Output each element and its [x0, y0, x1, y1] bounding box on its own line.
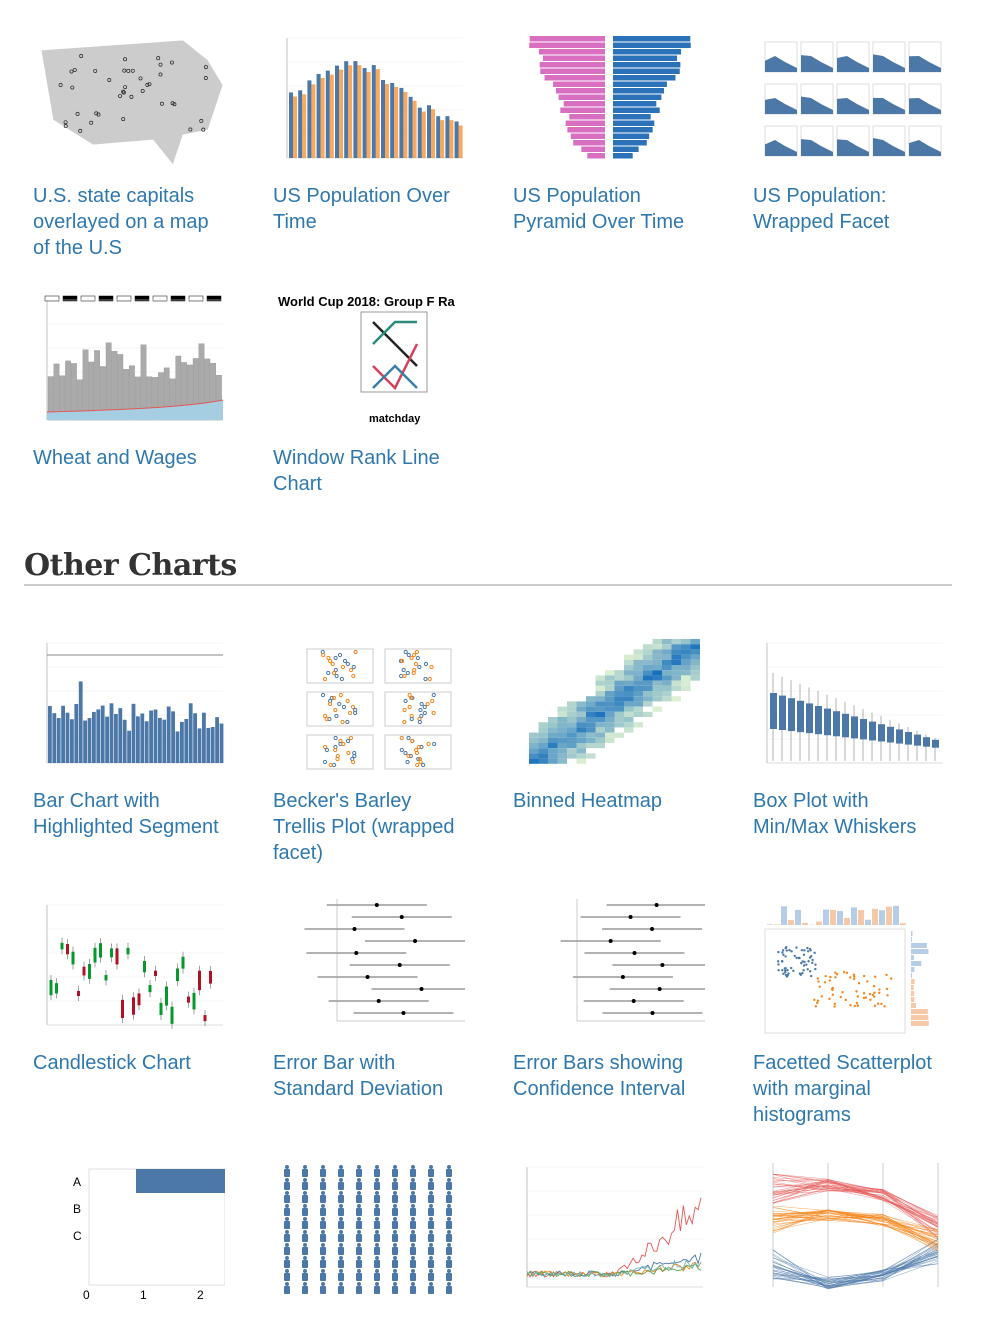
chart-thumbnail[interactable] — [273, 635, 465, 775]
chart-thumbnail[interactable] — [513, 897, 705, 1037]
svg-text:A: A — [73, 1175, 81, 1189]
gallery-item-binned-heatmap[interactable]: Binned Heatmap — [513, 635, 705, 866]
svg-text:B: B — [73, 1202, 81, 1216]
chart-title-link[interactable]: U.S. state capitals overlayed on a map o… — [33, 183, 225, 261]
gallery-item-chart-9[interactable] — [273, 1159, 465, 1299]
svg-text:World Cup 2018: Group F Ra: World Cup 2018: Group F Ra — [278, 294, 455, 309]
chart-title-link[interactable]: Wheat and Wages — [33, 445, 225, 471]
chart-thumbnail[interactable]: World Cup 2018: Group F Ra matchday — [273, 292, 465, 432]
chart-thumbnail[interactable] — [273, 30, 465, 170]
chart-title-link[interactable]: US Population Pyramid Over Time — [513, 183, 705, 235]
gallery-other-charts: Bar Chart with Highlighted Segment Becker… — [33, 635, 945, 1330]
chart-thumbnail[interactable] — [273, 1159, 465, 1299]
gallery-item-window-rank-line-chart[interactable]: World Cup 2018: Group F Ra matchday Window… — [273, 292, 465, 497]
gallery-item-box-plot-with-min-max-whiskers[interactable]: Box Plot with Min/Max Whiskers — [753, 635, 945, 866]
gallery-item-us-population-wrapped-facet[interactable]: US Population: Wrapped Facet — [753, 30, 945, 261]
chart-thumbnail[interactable] — [753, 635, 945, 775]
chart-thumbnail[interactable] — [33, 897, 225, 1037]
gallery-item-candlestick-chart[interactable]: Candlestick Chart — [33, 897, 225, 1128]
gallery-item-chart-8[interactable]: ABC 0 1 2 — [33, 1159, 225, 1299]
svg-text:1: 1 — [140, 1288, 147, 1299]
chart-title-link[interactable]: Error Bar with Standard Deviation — [273, 1050, 465, 1102]
gallery-item-chart-11[interactable] — [753, 1159, 945, 1299]
chart-title-link[interactable]: US Population Over Time — [273, 183, 465, 235]
chart-thumbnail[interactable] — [273, 897, 465, 1037]
gallery-item-us-population-pyramid-over-time[interactable]: US Population Pyramid Over Time — [513, 30, 705, 261]
gallery-item-error-bars-showing-confidence-interval[interactable]: Error Bars showing Confidence Interval — [513, 897, 705, 1128]
gallery-item-bar-chart-with-highlighted-segment[interactable]: Bar Chart with Highlighted Segment — [33, 635, 225, 866]
gallery-item-u-s-state-capitals-overlayed-on-a-map-of-the-u-s[interactable]: U.S. state capitals overlayed on a map o… — [33, 30, 225, 261]
svg-text:C: C — [73, 1229, 82, 1243]
chart-thumbnail[interactable] — [33, 292, 225, 432]
chart-thumbnail[interactable] — [513, 30, 705, 170]
gallery-item-chart-10[interactable] — [513, 1159, 705, 1299]
chart-thumbnail[interactable] — [753, 1159, 945, 1299]
chart-title-link[interactable]: Window Rank Line Chart — [273, 445, 465, 497]
chart-title-link[interactable]: Candlestick Chart — [33, 1050, 225, 1076]
chart-thumbnail[interactable] — [753, 30, 945, 170]
section-divider — [24, 584, 952, 586]
chart-thumbnail[interactable] — [33, 30, 225, 170]
gallery-item-wheat-and-wages[interactable]: Wheat and Wages — [33, 292, 225, 497]
chart-title-link[interactable]: Becker's Barley Trellis Plot (wrapped fa… — [273, 788, 465, 866]
chart-title-link[interactable]: Facetted Scatterplot with marginal histo… — [753, 1050, 945, 1128]
gallery-top: U.S. state capitals overlayed on a map o… — [33, 30, 945, 528]
chart-thumbnail[interactable] — [513, 635, 705, 775]
chart-title-link[interactable]: Binned Heatmap — [513, 788, 705, 814]
chart-thumbnail[interactable] — [33, 635, 225, 775]
gallery-item-becker-s-barley-trellis-plot-wrapped-facet[interactable]: Becker's Barley Trellis Plot (wrapped fa… — [273, 635, 465, 866]
gallery-item-us-population-over-time[interactable]: US Population Over Time — [273, 30, 465, 261]
chart-thumbnail[interactable] — [753, 897, 945, 1037]
chart-title-link[interactable]: Error Bars showing Confidence Interval — [513, 1050, 705, 1102]
chart-thumbnail[interactable]: ABC 0 1 2 — [33, 1159, 225, 1299]
svg-text:2: 2 — [197, 1288, 204, 1299]
chart-title-link[interactable]: Box Plot with Min/Max Whiskers — [753, 788, 945, 840]
gallery-item-error-bar-with-standard-deviation[interactable]: Error Bar with Standard Deviation — [273, 897, 465, 1128]
chart-thumbnail[interactable] — [513, 1159, 705, 1299]
section-heading-other-charts: Other Charts — [24, 548, 237, 583]
svg-text:0: 0 — [83, 1288, 90, 1299]
chart-title-link[interactable]: US Population: Wrapped Facet — [753, 183, 945, 235]
gallery-item-facetted-scatterplot-with-marginal-histograms[interactable]: Facetted Scatterplot with marginal histo… — [753, 897, 945, 1128]
chart-title-link[interactable]: Bar Chart with Highlighted Segment — [33, 788, 225, 840]
svg-text:matchday: matchday — [369, 413, 421, 425]
